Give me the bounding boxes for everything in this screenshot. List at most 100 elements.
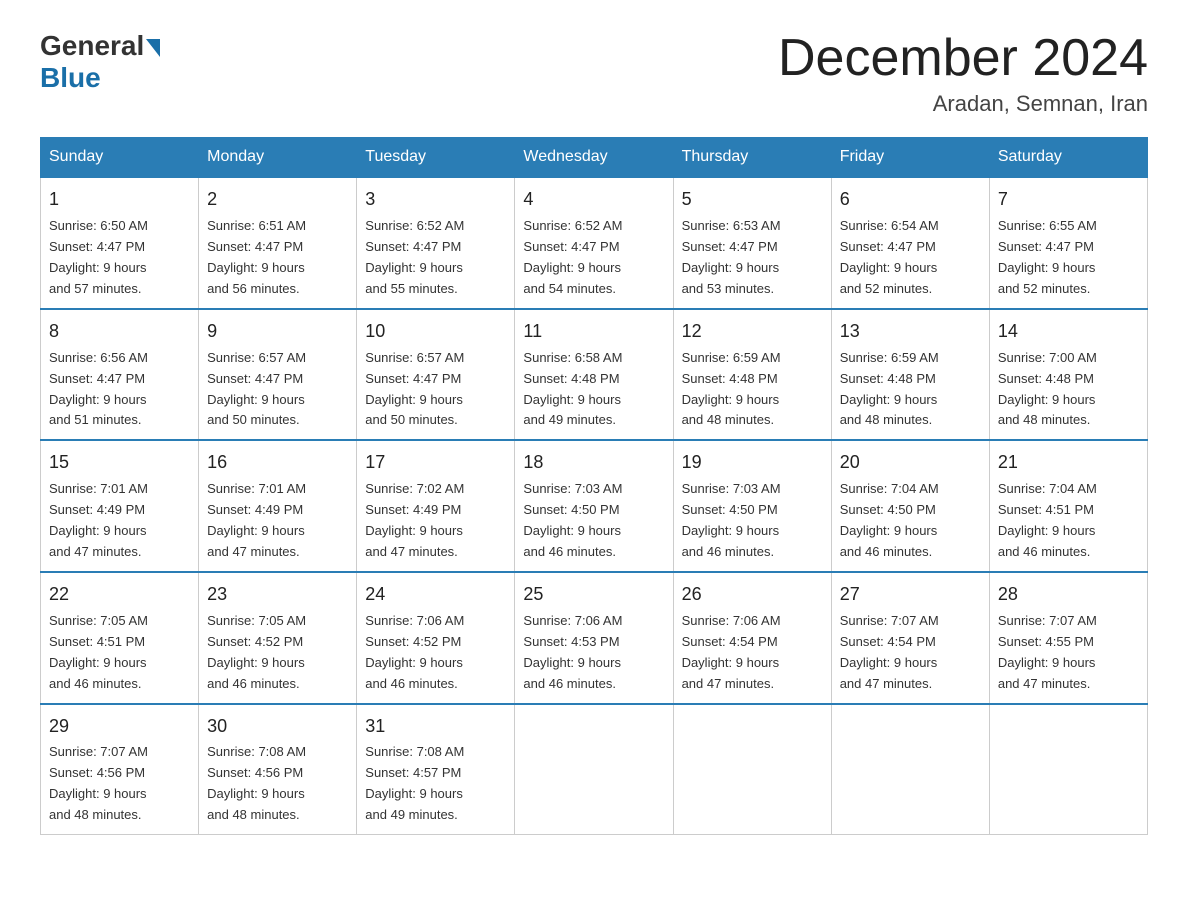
day-info: Sunrise: 7:03 AMSunset: 4:50 PMDaylight:… — [523, 481, 622, 559]
col-saturday: Saturday — [989, 138, 1147, 178]
week-row-2: 8 Sunrise: 6:56 AMSunset: 4:47 PMDaylight… — [41, 309, 1148, 441]
day-number: 23 — [207, 581, 348, 609]
day-number: 7 — [998, 186, 1139, 214]
day-number: 17 — [365, 449, 506, 477]
month-title: December 2024 — [778, 30, 1148, 87]
table-row — [673, 704, 831, 835]
table-row: 2 Sunrise: 6:51 AMSunset: 4:47 PMDaylight… — [199, 177, 357, 309]
table-row: 29 Sunrise: 7:07 AMSunset: 4:56 PMDayligh… — [41, 704, 199, 835]
table-row: 26 Sunrise: 7:06 AMSunset: 4:54 PMDayligh… — [673, 572, 831, 704]
day-number: 2 — [207, 186, 348, 214]
day-number: 24 — [365, 581, 506, 609]
logo-general-text: General — [40, 30, 144, 62]
day-number: 28 — [998, 581, 1139, 609]
table-row: 30 Sunrise: 7:08 AMSunset: 4:56 PMDayligh… — [199, 704, 357, 835]
day-info: Sunrise: 6:57 AMSunset: 4:47 PMDaylight:… — [207, 350, 306, 428]
day-number: 12 — [682, 318, 823, 346]
col-monday: Monday — [199, 138, 357, 178]
day-info: Sunrise: 7:04 AMSunset: 4:51 PMDaylight:… — [998, 481, 1097, 559]
table-row: 23 Sunrise: 7:05 AMSunset: 4:52 PMDayligh… — [199, 572, 357, 704]
table-row: 14Sunrise: 7:00 AMSunset: 4:48 PMDayligh… — [989, 309, 1147, 441]
day-info: Sunrise: 7:07 AMSunset: 4:56 PMDaylight:… — [49, 744, 148, 822]
table-row: 18 Sunrise: 7:03 AMSunset: 4:50 PMDayligh… — [515, 440, 673, 572]
table-row: 7 Sunrise: 6:55 AMSunset: 4:47 PMDaylight… — [989, 177, 1147, 309]
table-row: 17 Sunrise: 7:02 AMSunset: 4:49 PMDayligh… — [357, 440, 515, 572]
logo-arrow-icon — [146, 39, 160, 57]
day-info: Sunrise: 7:04 AMSunset: 4:50 PMDaylight:… — [840, 481, 939, 559]
day-info: Sunrise: 6:58 AMSunset: 4:48 PMDaylight:… — [523, 350, 622, 428]
day-number: 5 — [682, 186, 823, 214]
table-row: 10Sunrise: 6:57 AMSunset: 4:47 PMDayligh… — [357, 309, 515, 441]
col-thursday: Thursday — [673, 138, 831, 178]
table-row: 6 Sunrise: 6:54 AMSunset: 4:47 PMDaylight… — [831, 177, 989, 309]
day-info: Sunrise: 7:06 AMSunset: 4:52 PMDaylight:… — [365, 613, 464, 691]
day-number: 4 — [523, 186, 664, 214]
table-row: 3 Sunrise: 6:52 AMSunset: 4:47 PMDaylight… — [357, 177, 515, 309]
week-row-3: 15 Sunrise: 7:01 AMSunset: 4:49 PMDayligh… — [41, 440, 1148, 572]
day-info: Sunrise: 6:51 AMSunset: 4:47 PMDaylight:… — [207, 218, 306, 296]
day-number: 16 — [207, 449, 348, 477]
day-info: Sunrise: 6:56 AMSunset: 4:47 PMDaylight:… — [49, 350, 148, 428]
day-info: Sunrise: 7:07 AMSunset: 4:54 PMDaylight:… — [840, 613, 939, 691]
day-info: Sunrise: 7:01 AMSunset: 4:49 PMDaylight:… — [207, 481, 306, 559]
day-info: Sunrise: 6:59 AMSunset: 4:48 PMDaylight:… — [682, 350, 781, 428]
logo-blue-text: Blue — [40, 62, 160, 94]
day-info: Sunrise: 7:06 AMSunset: 4:53 PMDaylight:… — [523, 613, 622, 691]
day-number: 15 — [49, 449, 190, 477]
day-info: Sunrise: 7:08 AMSunset: 4:57 PMDaylight:… — [365, 744, 464, 822]
day-info: Sunrise: 7:01 AMSunset: 4:49 PMDaylight:… — [49, 481, 148, 559]
week-row-4: 22Sunrise: 7:05 AMSunset: 4:51 PMDayligh… — [41, 572, 1148, 704]
col-friday: Friday — [831, 138, 989, 178]
day-info: Sunrise: 7:08 AMSunset: 4:56 PMDaylight:… — [207, 744, 306, 822]
day-info: Sunrise: 7:05 AMSunset: 4:51 PMDaylight:… — [49, 613, 148, 691]
day-number: 29 — [49, 713, 190, 741]
table-row: 21 Sunrise: 7:04 AMSunset: 4:51 PMDayligh… — [989, 440, 1147, 572]
week-row-5: 29 Sunrise: 7:07 AMSunset: 4:56 PMDayligh… — [41, 704, 1148, 835]
title-section: December 2024 Aradan, Semnan, Iran — [778, 30, 1148, 117]
day-number: 11 — [523, 318, 664, 346]
day-info: Sunrise: 6:52 AMSunset: 4:47 PMDaylight:… — [365, 218, 464, 296]
day-info: Sunrise: 7:00 AMSunset: 4:48 PMDaylight:… — [998, 350, 1097, 428]
table-row: 5 Sunrise: 6:53 AMSunset: 4:47 PMDaylight… — [673, 177, 831, 309]
day-info: Sunrise: 7:05 AMSunset: 4:52 PMDaylight:… — [207, 613, 306, 691]
day-number: 25 — [523, 581, 664, 609]
day-number: 30 — [207, 713, 348, 741]
day-number: 3 — [365, 186, 506, 214]
table-row: 9Sunrise: 6:57 AMSunset: 4:47 PMDaylight… — [199, 309, 357, 441]
day-info: Sunrise: 7:03 AMSunset: 4:50 PMDaylight:… — [682, 481, 781, 559]
day-number: 13 — [840, 318, 981, 346]
day-info: Sunrise: 6:59 AMSunset: 4:48 PMDaylight:… — [840, 350, 939, 428]
table-row: 25 Sunrise: 7:06 AMSunset: 4:53 PMDayligh… — [515, 572, 673, 704]
table-row — [989, 704, 1147, 835]
logo: General Blue — [40, 30, 160, 94]
day-number: 6 — [840, 186, 981, 214]
day-number: 8 — [49, 318, 190, 346]
day-number: 27 — [840, 581, 981, 609]
day-number: 21 — [998, 449, 1139, 477]
day-info: Sunrise: 6:54 AMSunset: 4:47 PMDaylight:… — [840, 218, 939, 296]
day-info: Sunrise: 6:55 AMSunset: 4:47 PMDaylight:… — [998, 218, 1097, 296]
table-row: 22Sunrise: 7:05 AMSunset: 4:51 PMDayligh… — [41, 572, 199, 704]
table-row — [831, 704, 989, 835]
table-row: 31 Sunrise: 7:08 AMSunset: 4:57 PMDayligh… — [357, 704, 515, 835]
table-row: 28Sunrise: 7:07 AMSunset: 4:55 PMDayligh… — [989, 572, 1147, 704]
day-info: Sunrise: 6:53 AMSunset: 4:47 PMDaylight:… — [682, 218, 781, 296]
page-header: General Blue December 2024 Aradan, Semna… — [40, 30, 1148, 117]
col-tuesday: Tuesday — [357, 138, 515, 178]
table-row: 12 Sunrise: 6:59 AMSunset: 4:48 PMDayligh… — [673, 309, 831, 441]
table-row: 1 Sunrise: 6:50 AMSunset: 4:47 PMDaylight… — [41, 177, 199, 309]
day-info: Sunrise: 6:50 AMSunset: 4:47 PMDaylight:… — [49, 218, 148, 296]
day-number: 31 — [365, 713, 506, 741]
table-row: 20Sunrise: 7:04 AMSunset: 4:50 PMDayligh… — [831, 440, 989, 572]
table-row: 4Sunrise: 6:52 AMSunset: 4:47 PMDaylight… — [515, 177, 673, 309]
day-number: 1 — [49, 186, 190, 214]
day-info: Sunrise: 7:02 AMSunset: 4:49 PMDaylight:… — [365, 481, 464, 559]
day-number: 10 — [365, 318, 506, 346]
day-info: Sunrise: 7:06 AMSunset: 4:54 PMDaylight:… — [682, 613, 781, 691]
calendar-table: Sunday Monday Tuesday Wednesday Thursday… — [40, 137, 1148, 835]
day-number: 26 — [682, 581, 823, 609]
table-row: 27 Sunrise: 7:07 AMSunset: 4:54 PMDayligh… — [831, 572, 989, 704]
header-row: Sunday Monday Tuesday Wednesday Thursday… — [41, 138, 1148, 178]
table-row: 13 Sunrise: 6:59 AMSunset: 4:48 PMDayligh… — [831, 309, 989, 441]
day-number: 18 — [523, 449, 664, 477]
